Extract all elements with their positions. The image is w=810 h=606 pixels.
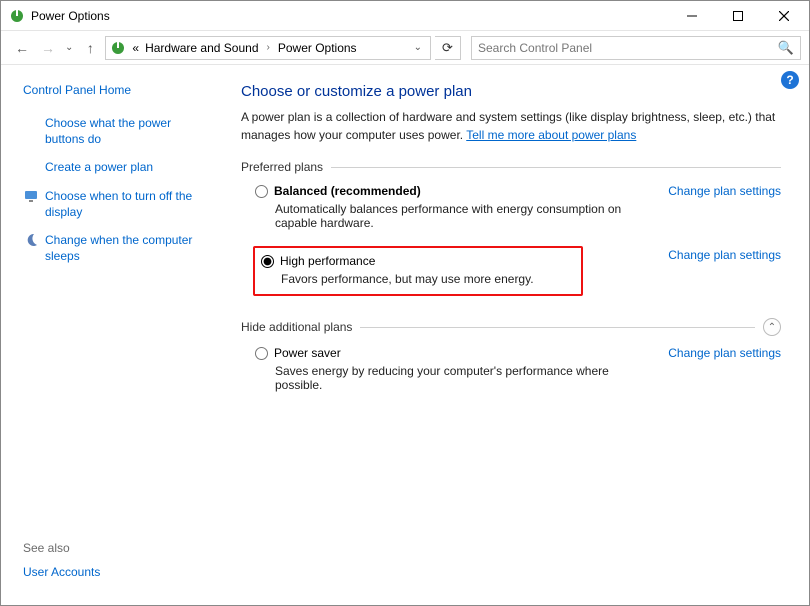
content-body: ? Control Panel Home Choose what the pow… [1,65,809,605]
titlebar: Power Options [1,1,809,31]
address-bar[interactable]: « Hardware and Sound › Power Options ⌄ [105,36,431,60]
breadcrumb-prefix: « [132,41,139,55]
window: Power Options ← → ⌄ ↑ « Hardware and Sou… [0,0,810,606]
power-options-icon [9,8,25,24]
search-input[interactable] [478,41,778,55]
plan-radio-high-performance[interactable]: High performance [261,254,573,268]
sidebar-item-label[interactable]: Create a power plan [45,159,153,175]
sidebar-item-power-buttons[interactable]: Choose what the power buttons do [23,115,211,147]
plan-balanced: Balanced (recommended) Automatically bal… [241,180,781,244]
main-panel: Choose or customize a power plan A power… [221,65,809,605]
sidebar: Control Panel Home Choose what the power… [1,65,221,605]
close-button[interactable] [761,1,807,31]
recent-locations-dropdown[interactable]: ⌄ [63,42,75,53]
radio-input[interactable] [255,185,268,198]
plan-radio-power-saver[interactable]: Power saver [255,346,652,360]
sidebar-item-create-plan[interactable]: Create a power plan [23,159,211,175]
search-box[interactable]: 🔍 [471,36,801,60]
maximize-button[interactable] [715,1,761,31]
collapse-icon[interactable]: ⌃ [763,318,781,336]
back-button[interactable]: ← [11,37,33,59]
plan-description: Favors performance, but may use more ene… [281,272,573,286]
refresh-button[interactable]: ⟳ [435,36,461,60]
address-dropdown[interactable]: ⌄ [410,42,426,53]
breadcrumb-item[interactable]: Hardware and Sound [145,41,258,55]
sidebar-item-sleep[interactable]: Change when the computer sleeps [23,232,211,264]
plan-name-label: High performance [280,254,375,268]
divider [360,327,755,328]
radio-input[interactable] [255,347,268,360]
preferred-plans-header: Preferred plans [241,160,781,174]
plan-name-label: Power saver [274,346,341,360]
change-plan-settings-link[interactable]: Change plan settings [652,248,781,304]
divider [331,167,781,168]
moon-icon [23,232,39,248]
page-heading: Choose or customize a power plan [241,83,781,100]
control-panel-icon [110,40,126,56]
section-label: Hide additional plans [241,320,352,334]
up-button[interactable]: ↑ [79,37,101,59]
breadcrumb-item[interactable]: Power Options [278,41,357,55]
control-panel-home-link[interactable]: Control Panel Home [23,83,211,97]
sidebar-item-label[interactable]: Change when the computer sleeps [45,232,211,264]
intro-text: A power plan is a collection of hardware… [241,108,781,144]
sidebar-item-label[interactable]: Choose what the power buttons do [45,115,211,147]
see-also-user-accounts[interactable]: User Accounts [23,565,100,579]
address-bar-row: ← → ⌄ ↑ « Hardware and Sound › Power Opt… [1,31,809,65]
chevron-right-icon: › [265,42,272,53]
see-also-heading: See also [23,541,211,555]
section-label: Preferred plans [241,160,323,174]
additional-plans-header[interactable]: Hide additional plans ⌃ [241,318,781,336]
plan-description: Automatically balances performance with … [275,202,652,230]
plan-description: Saves energy by reducing your computer's… [275,364,652,392]
monitor-icon [23,188,39,204]
change-plan-settings-link[interactable]: Change plan settings [652,346,781,402]
search-icon: 🔍 [778,40,794,56]
sidebar-item-display-off[interactable]: Choose when to turn off the display [23,188,211,220]
plan-power-saver: Power saver Saves energy by reducing you… [241,342,781,406]
plan-radio-balanced[interactable]: Balanced (recommended) [255,184,652,198]
intro-link[interactable]: Tell me more about power plans [466,128,636,142]
sidebar-item-label[interactable]: Choose when to turn off the display [45,188,211,220]
change-plan-settings-link[interactable]: Change plan settings [652,184,781,240]
minimize-button[interactable] [669,1,715,31]
plan-name-label: Balanced (recommended) [274,184,421,198]
plan-high-performance: High performance Favors performance, but… [241,244,781,308]
forward-button[interactable]: → [37,37,59,59]
window-title: Power Options [31,9,110,23]
radio-input[interactable] [261,255,274,268]
highlight-box: High performance Favors performance, but… [253,246,583,296]
